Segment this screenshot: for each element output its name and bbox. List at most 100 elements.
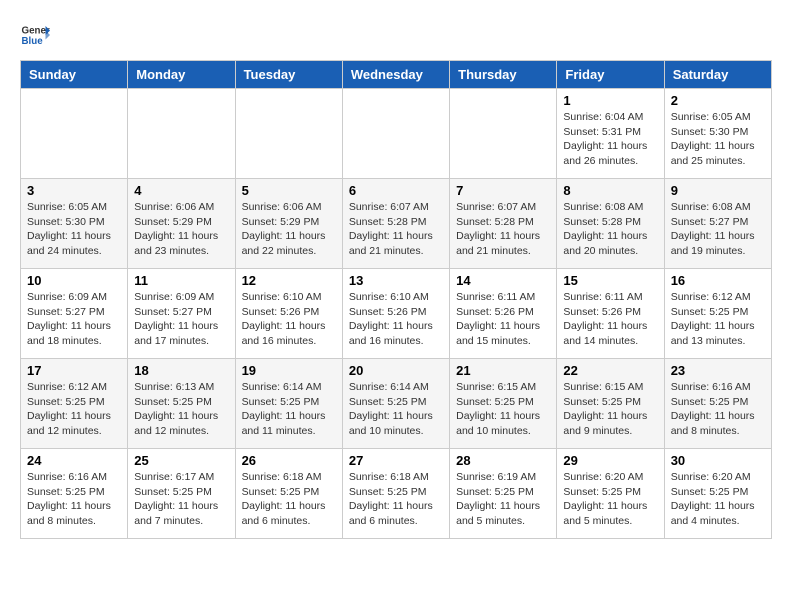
day-info: Sunrise: 6:07 AM Sunset: 5:28 PM Dayligh…	[349, 200, 443, 259]
day-info: Sunrise: 6:06 AM Sunset: 5:29 PM Dayligh…	[242, 200, 336, 259]
day-info: Sunrise: 6:16 AM Sunset: 5:25 PM Dayligh…	[27, 470, 121, 529]
weekday-header-row: SundayMondayTuesdayWednesdayThursdayFrid…	[21, 61, 772, 89]
day-cell: 27Sunrise: 6:18 AM Sunset: 5:25 PM Dayli…	[342, 449, 449, 539]
day-info: Sunrise: 6:06 AM Sunset: 5:29 PM Dayligh…	[134, 200, 228, 259]
day-cell: 14 Sunrise: 6:11 AM Sunset: 5:26 PM Dayli…	[450, 269, 557, 359]
day-number: 8	[563, 183, 657, 198]
day-info: Sunrise: 6:10 AM Sunset: 5:26 PM Dayligh…	[349, 290, 443, 349]
day-number: 16	[671, 273, 765, 288]
day-number: 21	[456, 363, 550, 378]
day-number: 1	[563, 93, 657, 108]
day-cell: 9 Sunrise: 6:08 AM Sunset: 5:27 PM Daylig…	[664, 179, 771, 269]
week-row-2: 3 Sunrise: 6:05 AM Sunset: 5:30 PM Daylig…	[21, 179, 772, 269]
day-info: Sunrise: 6:05 AM Sunset: 5:30 PM Dayligh…	[671, 110, 765, 169]
day-info: Sunrise: 6:19 AM Sunset: 5:25 PM Dayligh…	[456, 470, 550, 529]
day-cell: 26 Sunrise: 6:18 AM Sunset: 5:25 PM Dayli…	[235, 449, 342, 539]
day-number: 23	[671, 363, 765, 378]
day-number: 4	[134, 183, 228, 198]
day-number: 19	[242, 363, 336, 378]
weekday-header-tuesday: Tuesday	[235, 61, 342, 89]
day-cell: 2 Sunrise: 6:05 AM Sunset: 5:30 PM Daylig…	[664, 89, 771, 179]
day-number: 29	[563, 453, 657, 468]
day-number: 10	[27, 273, 121, 288]
day-cell	[21, 89, 128, 179]
day-cell: 3 Sunrise: 6:05 AM Sunset: 5:30 PM Daylig…	[21, 179, 128, 269]
logo-icon: General Blue	[20, 20, 50, 50]
day-number: 17	[27, 363, 121, 378]
day-info: Sunrise: 6:15 AM Sunset: 5:25 PM Dayligh…	[456, 380, 550, 439]
day-info: Sunrise: 6:05 AM Sunset: 5:30 PM Dayligh…	[27, 200, 121, 259]
day-info: Sunrise: 6:12 AM Sunset: 5:25 PM Dayligh…	[671, 290, 765, 349]
logo: General Blue	[20, 20, 50, 50]
day-cell: 24 Sunrise: 6:16 AM Sunset: 5:25 PM Dayli…	[21, 449, 128, 539]
weekday-header-sunday: Sunday	[21, 61, 128, 89]
day-cell: 4 Sunrise: 6:06 AM Sunset: 5:29 PM Daylig…	[128, 179, 235, 269]
day-info: Sunrise: 6:12 AM Sunset: 5:25 PM Dayligh…	[27, 380, 121, 439]
calendar-table: SundayMondayTuesdayWednesdayThursdayFrid…	[20, 60, 772, 539]
day-number: 15	[563, 273, 657, 288]
day-cell: 16 Sunrise: 6:12 AM Sunset: 5:25 PM Dayli…	[664, 269, 771, 359]
day-cell: 17 Sunrise: 6:12 AM Sunset: 5:25 PM Dayli…	[21, 359, 128, 449]
weekday-header-friday: Friday	[557, 61, 664, 89]
day-cell: 29 Sunrise: 6:20 AM Sunset: 5:25 PM Dayli…	[557, 449, 664, 539]
day-info: Sunrise: 6:14 AM Sunset: 5:25 PM Dayligh…	[349, 380, 443, 439]
day-info: Sunrise: 6:04 AM Sunset: 5:31 PM Dayligh…	[563, 110, 657, 169]
day-number: 25	[134, 453, 228, 468]
day-info: Sunrise: 6:10 AM Sunset: 5:26 PM Dayligh…	[242, 290, 336, 349]
day-info: Sunrise: 6:11 AM Sunset: 5:26 PM Dayligh…	[456, 290, 550, 349]
day-cell: 25 Sunrise: 6:17 AM Sunset: 5:25 PM Dayli…	[128, 449, 235, 539]
weekday-header-thursday: Thursday	[450, 61, 557, 89]
day-info: Sunrise: 6:11 AM Sunset: 5:26 PM Dayligh…	[563, 290, 657, 349]
day-info: Sunrise: 6:18 AM Sunset: 5:25 PM Dayligh…	[242, 470, 336, 529]
weekday-header-wednesday: Wednesday	[342, 61, 449, 89]
day-cell: 11 Sunrise: 6:09 AM Sunset: 5:27 PM Dayli…	[128, 269, 235, 359]
day-info: Sunrise: 6:16 AM Sunset: 5:25 PM Dayligh…	[671, 380, 765, 439]
day-info: Sunrise: 6:08 AM Sunset: 5:27 PM Dayligh…	[671, 200, 765, 259]
day-info: Sunrise: 6:14 AM Sunset: 5:25 PM Dayligh…	[242, 380, 336, 439]
day-cell: 10 Sunrise: 6:09 AM Sunset: 5:27 PM Dayli…	[21, 269, 128, 359]
day-cell	[450, 89, 557, 179]
day-number: 30	[671, 453, 765, 468]
day-info: Sunrise: 6:20 AM Sunset: 5:25 PM Dayligh…	[563, 470, 657, 529]
day-cell: 12 Sunrise: 6:10 AM Sunset: 5:26 PM Dayli…	[235, 269, 342, 359]
day-number: 9	[671, 183, 765, 198]
day-cell: 8Sunrise: 6:08 AM Sunset: 5:28 PM Daylig…	[557, 179, 664, 269]
day-cell: 13 Sunrise: 6:10 AM Sunset: 5:26 PM Dayli…	[342, 269, 449, 359]
day-cell: 18Sunrise: 6:13 AM Sunset: 5:25 PM Dayli…	[128, 359, 235, 449]
day-number: 7	[456, 183, 550, 198]
week-row-1: 1 Sunrise: 6:04 AM Sunset: 5:31 PM Daylig…	[21, 89, 772, 179]
day-number: 22	[563, 363, 657, 378]
day-number: 14	[456, 273, 550, 288]
day-number: 12	[242, 273, 336, 288]
day-cell: 6 Sunrise: 6:07 AM Sunset: 5:28 PM Daylig…	[342, 179, 449, 269]
calendar-header: SundayMondayTuesdayWednesdayThursdayFrid…	[21, 61, 772, 89]
day-number: 11	[134, 273, 228, 288]
day-number: 2	[671, 93, 765, 108]
day-number: 28	[456, 453, 550, 468]
day-cell: 7Sunrise: 6:07 AM Sunset: 5:28 PM Daylig…	[450, 179, 557, 269]
day-info: Sunrise: 6:09 AM Sunset: 5:27 PM Dayligh…	[27, 290, 121, 349]
day-info: Sunrise: 6:17 AM Sunset: 5:25 PM Dayligh…	[134, 470, 228, 529]
day-info: Sunrise: 6:18 AM Sunset: 5:25 PM Dayligh…	[349, 470, 443, 529]
day-cell: 28 Sunrise: 6:19 AM Sunset: 5:25 PM Dayli…	[450, 449, 557, 539]
day-number: 5	[242, 183, 336, 198]
day-cell: 23 Sunrise: 6:16 AM Sunset: 5:25 PM Dayli…	[664, 359, 771, 449]
day-number: 18	[134, 363, 228, 378]
day-number: 6	[349, 183, 443, 198]
day-cell: 20Sunrise: 6:14 AM Sunset: 5:25 PM Dayli…	[342, 359, 449, 449]
weekday-header-monday: Monday	[128, 61, 235, 89]
day-cell	[235, 89, 342, 179]
day-info: Sunrise: 6:09 AM Sunset: 5:27 PM Dayligh…	[134, 290, 228, 349]
day-number: 26	[242, 453, 336, 468]
day-number: 3	[27, 183, 121, 198]
day-number: 24	[27, 453, 121, 468]
day-cell: 19 Sunrise: 6:14 AM Sunset: 5:25 PM Dayli…	[235, 359, 342, 449]
week-row-3: 10 Sunrise: 6:09 AM Sunset: 5:27 PM Dayli…	[21, 269, 772, 359]
day-cell	[342, 89, 449, 179]
svg-text:Blue: Blue	[22, 36, 44, 47]
day-cell: 5 Sunrise: 6:06 AM Sunset: 5:29 PM Daylig…	[235, 179, 342, 269]
day-number: 13	[349, 273, 443, 288]
week-row-4: 17 Sunrise: 6:12 AM Sunset: 5:25 PM Dayli…	[21, 359, 772, 449]
week-row-5: 24 Sunrise: 6:16 AM Sunset: 5:25 PM Dayli…	[21, 449, 772, 539]
day-cell: 1 Sunrise: 6:04 AM Sunset: 5:31 PM Daylig…	[557, 89, 664, 179]
